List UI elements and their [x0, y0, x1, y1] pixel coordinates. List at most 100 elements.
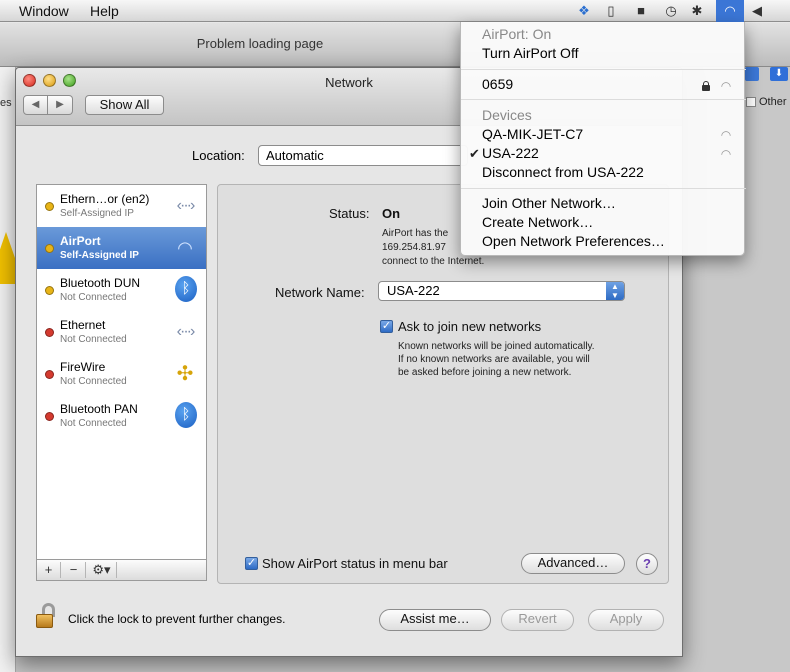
turn-airport-off[interactable]: Turn AirPort Off	[482, 45, 578, 61]
network-name-select[interactable]: USA-222 ▲ ▼	[378, 281, 625, 301]
add-service-button[interactable]: +	[37, 562, 61, 578]
service-name: FireWire	[60, 360, 106, 374]
assist-me-button[interactable]: Assist me…	[379, 609, 491, 631]
dropbox-icon[interactable]: ❖	[575, 3, 593, 19]
truck-icon[interactable]: ■	[632, 3, 650, 19]
service-status: Self-Assigned IP	[60, 250, 139, 261]
browser-partial-text: es	[0, 97, 12, 109]
network-name-label: Network Name:	[275, 285, 365, 300]
service-ethernet-en2[interactable]: Ethern…or (en2) Self-Assigned IP ‹···›	[37, 185, 206, 227]
open-network-preferences[interactable]: Open Network Preferences…	[482, 233, 665, 249]
status-dot	[45, 370, 54, 379]
service-name: Bluetooth DUN	[60, 276, 141, 290]
device-qa-mik-jet-c7[interactable]: QA-MIK-JET-C7	[482, 126, 583, 142]
menu-window[interactable]: Window	[19, 3, 69, 19]
service-name: Ethernet	[60, 318, 106, 332]
location-select[interactable]: Automatic	[258, 145, 468, 166]
airport-icon[interactable]: ◠	[716, 0, 744, 22]
service-list-toolbar: + − ⚙▾	[36, 560, 207, 581]
service-name: Bluetooth PAN	[60, 402, 138, 416]
help-button[interactable]: ?	[636, 553, 658, 575]
airport-status: AirPort: On	[482, 26, 552, 42]
browser-toolbar-icon[interactable]	[745, 67, 759, 81]
back-button[interactable]: ◀	[23, 95, 48, 115]
menu-bar: Window Help ❖ ▯ ■ ◷ ✱ ◠ ◀	[0, 0, 790, 22]
show-all-button[interactable]: Show All	[85, 95, 164, 115]
status-desc-line1: AirPort has the	[382, 228, 449, 239]
service-name: Ethern…or (en2)	[60, 192, 150, 206]
status-dot	[45, 328, 54, 337]
network-name-value: USA-222	[387, 283, 440, 298]
show-status-label[interactable]: Show AirPort status in menu bar	[262, 556, 448, 571]
wifi-signal-icon: ◠	[720, 128, 732, 142]
status-desc-line3: connect to the Internet.	[382, 256, 485, 267]
service-status: Not Connected	[60, 376, 127, 387]
clipboard-icon[interactable]: ▯	[602, 3, 620, 19]
select-arrows-icon: ▲ ▼	[606, 282, 624, 300]
status-dot	[45, 244, 54, 253]
wifi-signal-icon: ◠	[720, 79, 732, 93]
remove-service-button[interactable]: −	[62, 562, 86, 578]
service-name: AirPort	[60, 234, 101, 248]
service-bluetooth-pan[interactable]: Bluetooth PAN Not Connected ᛒ	[37, 395, 206, 437]
menu-separator	[461, 69, 746, 70]
show-status-checkbox[interactable]: ✓	[245, 557, 258, 570]
ask-join-desc-line1: Known networks will be joined automatica…	[398, 341, 595, 352]
browser-title: Problem loading page	[196, 36, 324, 51]
status-dot	[45, 286, 54, 295]
checkmark-icon: ✔	[469, 146, 480, 161]
service-status: Not Connected	[60, 334, 127, 345]
bluetooth-icon: ᛒ	[175, 402, 197, 428]
bookmark-other[interactable]: Other	[759, 96, 787, 108]
devices-header: Devices	[482, 107, 532, 123]
bluetooth-icon: ᛒ	[175, 276, 197, 302]
menu-help[interactable]: Help	[90, 3, 119, 19]
airport-dropdown-menu: AirPort: On Turn AirPort Off 0659 ◠ Devi…	[460, 22, 746, 256]
disconnect-usa-222[interactable]: Disconnect from USA-222	[482, 164, 644, 180]
volume-icon[interactable]: ◀	[748, 3, 766, 19]
lock-icon[interactable]	[36, 603, 58, 629]
service-firewire[interactable]: FireWire Not Connected ✣	[37, 353, 206, 395]
lock-body	[36, 614, 53, 628]
ethernet-icon: ‹···›	[176, 323, 196, 340]
ask-join-label[interactable]: Ask to join new networks	[398, 319, 541, 334]
service-status: Self-Assigned IP	[60, 208, 134, 219]
firewire-icon: ✣	[176, 363, 194, 385]
download-icon[interactable]: ⬇	[770, 67, 788, 81]
service-list: Ethern…or (en2) Self-Assigned IP ‹···› A…	[36, 184, 207, 560]
lock-icon	[702, 81, 710, 91]
ask-join-desc-line3: be asked before joining a new network.	[398, 367, 572, 378]
advanced-button[interactable]: Advanced…	[521, 553, 625, 574]
service-status: Not Connected	[60, 292, 127, 303]
status-dot	[45, 202, 54, 211]
apply-button[interactable]: Apply	[588, 609, 664, 631]
service-status: Not Connected	[60, 418, 127, 429]
location-label: Location:	[192, 148, 245, 163]
revert-button[interactable]: Revert	[501, 609, 574, 631]
ask-join-desc-line2: If no known networks are available, you …	[398, 354, 590, 365]
menu-separator	[461, 188, 746, 189]
menu-separator	[461, 99, 746, 100]
status-value: On	[382, 206, 401, 221]
service-ethernet[interactable]: Ethernet Not Connected ‹···›	[37, 311, 206, 353]
wifi-icon: ◠	[177, 238, 193, 258]
status-desc-line2: 169.254.81.97	[382, 242, 446, 253]
bookmark-folder-icon	[746, 97, 756, 107]
wifi-signal-icon: ◠	[720, 147, 732, 161]
status-dot	[45, 412, 54, 421]
bluetooth-menu-icon[interactable]: ✱	[688, 3, 706, 19]
ethernet-icon: ‹···›	[176, 197, 196, 214]
join-other-network[interactable]: Join Other Network…	[482, 195, 616, 211]
service-airport[interactable]: AirPort Self-Assigned IP ◠	[37, 227, 206, 269]
browser-content-edge	[0, 67, 16, 672]
time-machine-icon[interactable]: ◷	[662, 3, 680, 19]
forward-button[interactable]: ▶	[48, 95, 73, 115]
ask-join-checkbox[interactable]: ✓	[380, 320, 393, 333]
status-label: Status:	[329, 206, 370, 221]
device-usa-222[interactable]: USA-222	[482, 145, 539, 161]
network-0659[interactable]: 0659	[482, 76, 513, 92]
gear-menu-button[interactable]: ⚙▾	[87, 562, 117, 578]
create-network[interactable]: Create Network…	[482, 214, 593, 230]
service-bluetooth-dun[interactable]: Bluetooth DUN Not Connected ᛒ	[37, 269, 206, 311]
lock-text: Click the lock to prevent further change…	[68, 612, 286, 626]
